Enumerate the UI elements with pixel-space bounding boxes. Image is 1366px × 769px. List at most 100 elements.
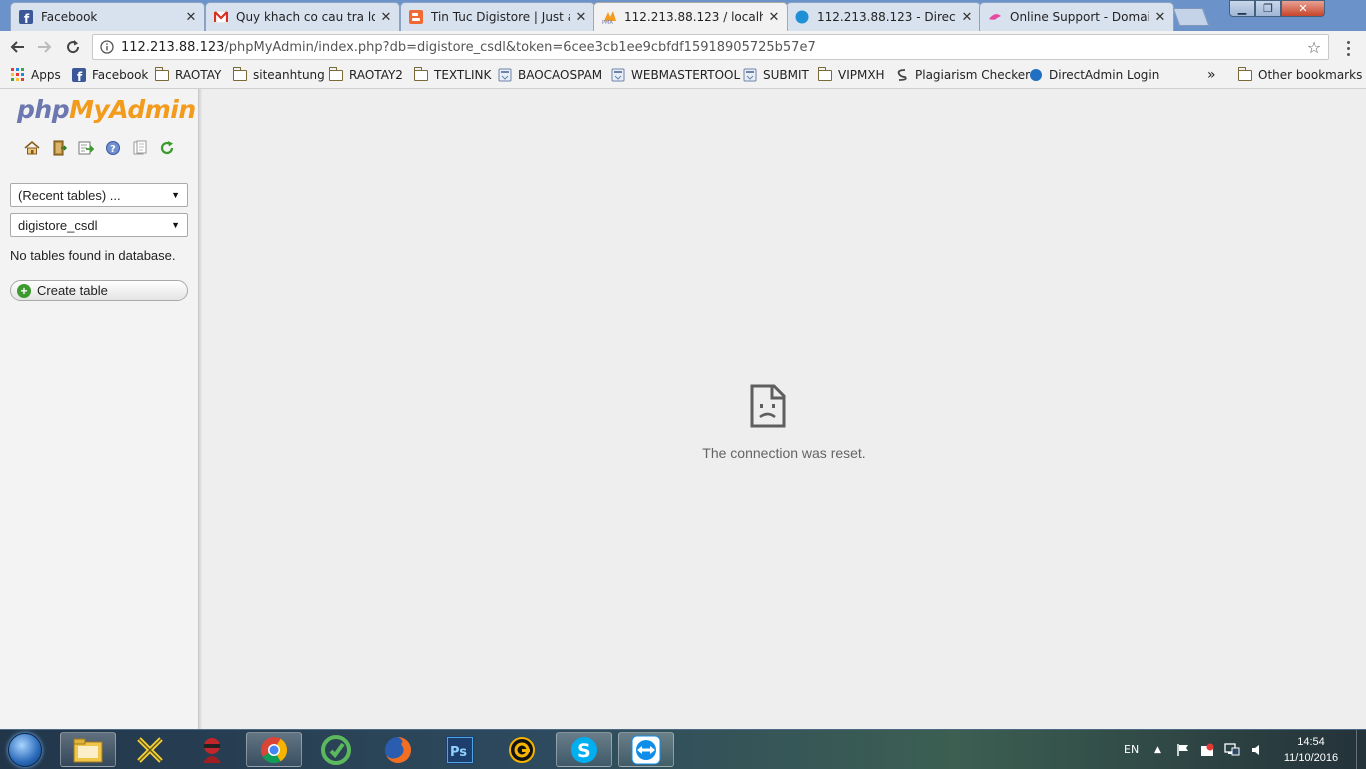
taskbar-coccoc[interactable]	[308, 732, 364, 767]
bookmark-label: SUBMIT	[763, 68, 809, 82]
dropdown-arrow-icon: ▼	[171, 220, 180, 230]
minimize-button[interactable]: ▁	[1229, 0, 1255, 17]
info-icon[interactable]	[93, 40, 121, 54]
taskbar-teamviewer[interactable]	[618, 732, 674, 767]
forward-button[interactable]	[35, 37, 55, 57]
volume-icon[interactable]	[1250, 730, 1264, 769]
bookmark-raotay[interactable]: RAOTAY	[154, 63, 221, 87]
reload-button[interactable]	[63, 37, 83, 57]
tab-gmail[interactable]: Quy khach co cau tra loi ✕	[205, 2, 400, 31]
arrow-left-icon	[10, 41, 24, 53]
create-table-button[interactable]: + Create table	[10, 280, 188, 301]
show-hidden-icons-button[interactable]: ▲	[1154, 730, 1161, 769]
plagiarism-icon	[894, 67, 910, 83]
tab-digistore[interactable]: Tin Tuc Digistore | Just a ✕	[400, 2, 595, 31]
database-value: digistore_csdl	[18, 217, 98, 233]
tab-title: 112.213.88.123 / localhos	[624, 10, 763, 24]
bookmark-textlink[interactable]: TEXTLINK	[413, 63, 491, 87]
gmail-icon	[214, 10, 228, 24]
home-icon[interactable]	[23, 139, 40, 156]
taskbar-skype[interactable]: S	[556, 732, 612, 767]
close-icon[interactable]: ✕	[379, 10, 393, 25]
reload-navigation-icon[interactable]	[158, 139, 175, 156]
back-button[interactable]	[7, 37, 27, 57]
bookmark-vipmxh[interactable]: VIPMXH	[817, 63, 885, 87]
main-frame: The connection was reset.	[202, 89, 1366, 729]
menu-icon[interactable]	[1342, 39, 1354, 57]
taskbar-garena[interactable]	[494, 732, 550, 767]
database-select[interactable]: digistore_csdl ▼	[10, 213, 188, 237]
close-icon[interactable]: ✕	[1153, 10, 1167, 25]
bookmark-directadmin-login[interactable]: DirectAdmin Login	[1028, 63, 1159, 87]
bookmark-label: Facebook	[92, 68, 149, 82]
help-icon[interactable]: ?	[104, 139, 121, 156]
taskbar-photoshop[interactable]: Ps	[432, 732, 488, 767]
bookmark-label: VIPMXH	[838, 68, 885, 82]
phpmyadmin-icon: PMA	[602, 10, 616, 24]
taskbar-chrome[interactable]	[246, 732, 302, 767]
url-text: 112.213.88.123/phpMyAdmin/index.php?db=d…	[121, 40, 1300, 55]
svg-text:PMA: PMA	[602, 20, 613, 24]
tray-app-icon[interactable]	[1200, 730, 1214, 769]
bookmark-submit[interactable]: SUBMIT	[742, 63, 809, 87]
create-table-label: Create table	[37, 283, 108, 298]
bookmark-star-icon[interactable]: ☆	[1300, 38, 1328, 57]
phpmyadmin-logo[interactable]: phpMyAdmin	[17, 95, 196, 124]
bookmark-plagiarism-checker[interactable]: Plagiarism Checker	[894, 63, 1030, 87]
new-tab-button[interactable]	[1172, 8, 1210, 26]
dropdown-arrow-icon: ▼	[171, 190, 180, 200]
bookmarks-overflow-button[interactable]: »	[1207, 63, 1216, 87]
bookmark-siteanhtung[interactable]: siteanhtung	[232, 63, 325, 87]
close-icon[interactable]: ✕	[960, 10, 974, 25]
chevron-double-icon: »	[1207, 67, 1216, 83]
taskbar-clock[interactable]: 14:54 11/10/2016	[1278, 734, 1344, 766]
taskbar-explorer[interactable]	[60, 732, 116, 767]
sql-query-icon[interactable]	[77, 139, 94, 156]
folder-icon	[413, 66, 429, 83]
tab-online-support[interactable]: Online Support - Domain ✕	[979, 2, 1174, 31]
apps-grid-icon	[10, 67, 26, 83]
tab-title: Facebook	[41, 10, 98, 24]
facebook-icon: f	[71, 67, 87, 83]
taskbar-app-x[interactable]	[122, 732, 178, 767]
network-icon[interactable]	[1224, 730, 1240, 769]
bookmark-webmastertool[interactable]: WEBMASTERTOOL	[610, 63, 740, 87]
close-icon[interactable]: ✕	[767, 10, 781, 25]
firefox-icon	[385, 736, 411, 763]
bookmark-apps[interactable]: Apps	[10, 63, 61, 87]
close-window-button[interactable]: ✕	[1281, 0, 1325, 17]
folder-icon	[817, 66, 833, 83]
tab-phpmyadmin[interactable]: PMA 112.213.88.123 / localhos ✕	[593, 2, 788, 31]
teamviewer-icon	[631, 735, 661, 764]
action-center-icon[interactable]	[1176, 730, 1190, 769]
close-icon[interactable]: ✕	[574, 10, 588, 25]
address-bar[interactable]: 112.213.88.123/phpMyAdmin/index.php?db=d…	[92, 34, 1329, 60]
documentation-icon[interactable]	[131, 139, 148, 156]
facebook-icon: f	[19, 10, 33, 24]
bookmark-other-bookmarks[interactable]: Other bookmarks	[1237, 63, 1362, 87]
bookmark-facebook[interactable]: f Facebook	[71, 63, 148, 87]
folder-icon	[328, 66, 344, 83]
page-icon	[610, 67, 626, 83]
maximize-button[interactable]: ❐	[1255, 0, 1281, 17]
tab-title: Online Support - Domain	[1010, 10, 1149, 24]
bookmarks-bar: Apps f Facebook RAOTAY siteanhtung RAOTA…	[0, 63, 1366, 89]
logout-icon[interactable]	[50, 139, 67, 156]
folder-icon	[73, 738, 103, 762]
start-button[interactable]	[3, 731, 47, 768]
taskbar-app-ninja[interactable]	[184, 732, 240, 767]
bookmark-baocaospam[interactable]: BAOCAOSPAM	[497, 63, 602, 87]
recent-tables-select[interactable]: (Recent tables) ... ▼	[10, 183, 188, 207]
sad-page-icon	[750, 384, 786, 428]
close-icon[interactable]: ✕	[184, 10, 198, 25]
svg-text:Ps: Ps	[450, 745, 467, 760]
tab-directadmin[interactable]: 112.213.88.123 - DirectA ✕	[786, 2, 981, 31]
show-desktop-button[interactable]	[1356, 730, 1366, 769]
error-message: The connection was reset.	[702, 445, 866, 461]
taskbar-firefox[interactable]	[370, 732, 426, 767]
language-indicator[interactable]: EN	[1124, 730, 1139, 769]
bookmark-raotay2[interactable]: RAOTAY2	[328, 63, 403, 87]
tab-facebook[interactable]: f Facebook ✕	[10, 2, 205, 31]
tab-title: Tin Tuc Digistore | Just a	[431, 10, 570, 24]
bookmark-label: TEXTLINK	[434, 68, 492, 82]
